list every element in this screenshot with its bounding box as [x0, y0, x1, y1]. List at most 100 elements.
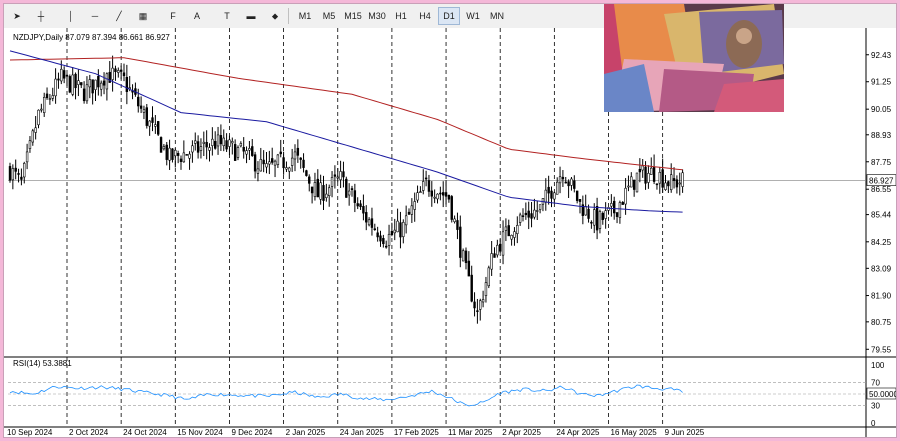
- timeframe-m30-button[interactable]: M30: [366, 7, 388, 25]
- time-axis-label: 2 Apr 2025: [502, 428, 541, 437]
- candle-body: [370, 218, 374, 228]
- time-axis-label: 24 Oct 2024: [123, 428, 167, 437]
- candle-body: [327, 187, 331, 196]
- rsi-axis-label: 70: [871, 378, 880, 387]
- label-icon[interactable]: T: [218, 7, 236, 25]
- candle-body: [464, 250, 468, 264]
- candle-body: [60, 68, 63, 82]
- timeframe-m5-button[interactable]: M5: [318, 7, 340, 25]
- candle-body: [481, 299, 485, 303]
- candle-body: [652, 166, 656, 182]
- candle-body: [188, 153, 191, 159]
- candle-body: [196, 141, 200, 153]
- candle-body: [51, 95, 54, 99]
- candle-body: [527, 210, 530, 218]
- candle-body: [413, 201, 416, 210]
- time-axis-label: 9 Dec 2024: [231, 428, 272, 437]
- timeframe-mn-button[interactable]: MN: [486, 7, 508, 25]
- candle-body: [615, 212, 619, 217]
- candle-body: [459, 226, 462, 258]
- candle-body: [422, 181, 425, 191]
- candle-body: [242, 146, 245, 152]
- candle-body: [82, 88, 86, 102]
- candle-body: [593, 209, 596, 226]
- timeframe-d1-button[interactable]: D1: [438, 7, 460, 25]
- candle-body: [222, 137, 225, 147]
- candle-body: [476, 310, 479, 312]
- candle-body: [256, 168, 260, 174]
- candle-body: [330, 177, 334, 187]
- candle-body: [681, 172, 684, 187]
- candle-body: [601, 212, 605, 220]
- candle-body: [151, 117, 154, 123]
- candle-body: [248, 148, 251, 151]
- candle-body: [273, 160, 277, 166]
- candle-body: [285, 167, 288, 170]
- candle-body: [504, 226, 508, 231]
- candle-body: [157, 121, 160, 135]
- candle-body: [470, 274, 473, 302]
- time-axis-label: 9 Jun 2025: [665, 428, 705, 437]
- timeframe-w1-button[interactable]: W1: [462, 7, 484, 25]
- timeframe-m15-button[interactable]: M15: [342, 7, 364, 25]
- channel-icon[interactable]: ▦: [134, 7, 152, 25]
- candle-body: [310, 186, 314, 194]
- candle-body: [205, 141, 208, 148]
- candle-body: [384, 245, 388, 248]
- candle-body: [114, 68, 117, 73]
- candle-body: [259, 159, 262, 172]
- candle-body: [94, 79, 97, 90]
- candle-body: [436, 193, 439, 200]
- candle-body: [276, 154, 280, 165]
- candle-body: [367, 219, 371, 226]
- candle-body: [444, 192, 448, 197]
- candle-body: [447, 194, 451, 200]
- candle-body: [40, 108, 43, 111]
- rsi-axis-label: 0: [871, 419, 876, 428]
- candle-body: [88, 79, 92, 88]
- candle-body: [550, 190, 553, 199]
- candle-body: [479, 300, 482, 310]
- candle-body: [202, 141, 205, 144]
- candle-body: [302, 159, 305, 168]
- text-icon[interactable]: A: [188, 7, 206, 25]
- candle-body: [632, 179, 636, 190]
- candle-body: [219, 135, 223, 145]
- candle-body: [117, 70, 120, 73]
- candle-body: [42, 97, 46, 113]
- candle-body: [587, 208, 590, 219]
- candle-body: [655, 183, 659, 186]
- candle-body: [669, 174, 673, 191]
- candle-body: [456, 220, 459, 230]
- candle-body: [62, 70, 66, 79]
- candle-body: [433, 196, 436, 199]
- fibonacci-icon[interactable]: F: [164, 7, 182, 25]
- candle-body: [142, 109, 146, 113]
- candle-body: [624, 187, 627, 205]
- cursor-arrow-icon[interactable]: ➤: [8, 7, 26, 25]
- rectangle-icon[interactable]: ▬: [242, 7, 260, 25]
- vertical-line-icon[interactable]: │: [62, 7, 80, 25]
- candle-body: [245, 150, 248, 155]
- candle-body: [393, 229, 396, 234]
- trendline-icon[interactable]: ╱: [110, 7, 128, 25]
- candle-body: [430, 190, 433, 197]
- timeframe-h4-button[interactable]: H4: [414, 7, 436, 25]
- candle-body: [194, 140, 197, 144]
- candle-body: [77, 80, 80, 85]
- candle-body: [350, 188, 354, 190]
- candle-body: [345, 178, 348, 198]
- candle-body: [399, 222, 402, 238]
- symbol-header: NZDJPY,Daily 87.079 87.394 86.661 86.927: [13, 33, 170, 42]
- candle-body: [510, 234, 513, 240]
- time-axis-label: 2 Jan 2025: [286, 428, 326, 437]
- candle-body: [45, 93, 49, 99]
- price-axis-label: 85.44: [871, 211, 892, 220]
- shapes-icon[interactable]: ⬥: [266, 7, 284, 25]
- horizontal-line-icon[interactable]: ─: [86, 7, 104, 25]
- price-axis-label: 88.93: [871, 131, 892, 140]
- timeframe-m1-button[interactable]: M1: [294, 7, 316, 25]
- crosshair-icon[interactable]: ┼: [32, 7, 50, 25]
- timeframe-h1-button[interactable]: H1: [390, 7, 412, 25]
- candle-body: [379, 235, 382, 242]
